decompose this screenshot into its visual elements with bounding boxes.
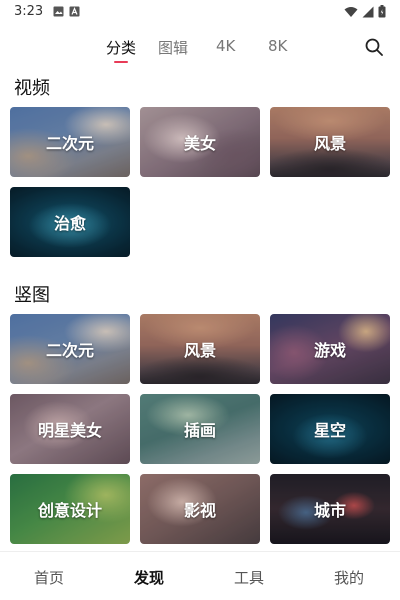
video-grid: 二次元 美女 风景 治愈 xyxy=(10,107,390,257)
portrait-tile-city[interactable]: 城市 xyxy=(270,474,390,544)
tile-label: 插画 xyxy=(183,421,216,440)
status-right-icons xyxy=(344,5,386,18)
tile-label: 美女 xyxy=(183,134,216,153)
portrait-tile-film[interactable]: 影视 xyxy=(140,474,260,544)
tile-label: 城市 xyxy=(313,501,346,520)
top-tab-bar: 分类 图辑 4K 8K xyxy=(0,30,400,64)
video-tile-anime[interactable]: 二次元 xyxy=(10,107,130,177)
portrait-tile-scenery[interactable]: 风景 xyxy=(140,314,260,384)
active-tab-indicator xyxy=(114,61,128,63)
tile-label: 二次元 xyxy=(45,341,94,360)
tile-label: 明星美女 xyxy=(37,421,102,440)
portrait-tile-game[interactable]: 游戏 xyxy=(270,314,390,384)
tile-label: 二次元 xyxy=(45,134,94,153)
tile-label: 影视 xyxy=(183,501,216,520)
portrait-tile-illustration[interactable]: 插画 xyxy=(140,394,260,464)
section-title-portrait: 竖图 xyxy=(14,285,50,306)
video-tile-beauty[interactable]: 美女 xyxy=(140,107,260,177)
section-title-video: 视频 xyxy=(14,78,50,99)
tile-label: 风景 xyxy=(313,134,346,153)
video-tile-scenery[interactable]: 风景 xyxy=(270,107,390,177)
status-left-icons xyxy=(53,6,80,17)
portrait-tile-creative[interactable]: 创意设计 xyxy=(10,474,130,544)
portrait-grid: 二次元 风景 游戏 明星美女 插画 星空 创意设计 影视 城市 xyxy=(10,314,390,544)
a-icon xyxy=(69,6,80,17)
wifi-icon xyxy=(344,6,358,17)
tab-category[interactable]: 分类 xyxy=(106,37,136,58)
tab-albums[interactable]: 图辑 xyxy=(158,37,188,58)
app-root: 3:23 分类 图辑 4K 8K 视频 二次元 美女 风景 治愈 竖图 二次元 … xyxy=(0,0,400,600)
portrait-tile-celebrity[interactable]: 明星美女 xyxy=(10,394,130,464)
portrait-tile-starry[interactable]: 星空 xyxy=(270,394,390,464)
nav-discover[interactable]: 发现 xyxy=(134,567,164,588)
tile-label: 星空 xyxy=(313,421,346,440)
tile-label: 创意设计 xyxy=(37,501,102,520)
tile-label: 治愈 xyxy=(53,214,86,233)
tile-label: 游戏 xyxy=(313,341,346,360)
video-tile-healing[interactable]: 治愈 xyxy=(10,187,130,257)
nav-home[interactable]: 首页 xyxy=(34,567,64,588)
battery-icon xyxy=(378,5,386,18)
nav-mine[interactable]: 我的 xyxy=(334,567,364,588)
portrait-tile-anime[interactable]: 二次元 xyxy=(10,314,130,384)
nav-tools[interactable]: 工具 xyxy=(234,567,264,588)
bottom-nav: 首页 发现 工具 我的 xyxy=(0,551,400,600)
tab-8k[interactable]: 8K xyxy=(268,37,287,55)
status-bar: 3:23 xyxy=(0,0,400,26)
signal-icon xyxy=(362,6,374,17)
tile-label: 风景 xyxy=(183,341,216,360)
status-time: 3:23 xyxy=(14,4,44,19)
image-icon xyxy=(53,6,64,17)
search-icon[interactable] xyxy=(364,37,384,57)
tab-4k[interactable]: 4K xyxy=(216,37,235,55)
